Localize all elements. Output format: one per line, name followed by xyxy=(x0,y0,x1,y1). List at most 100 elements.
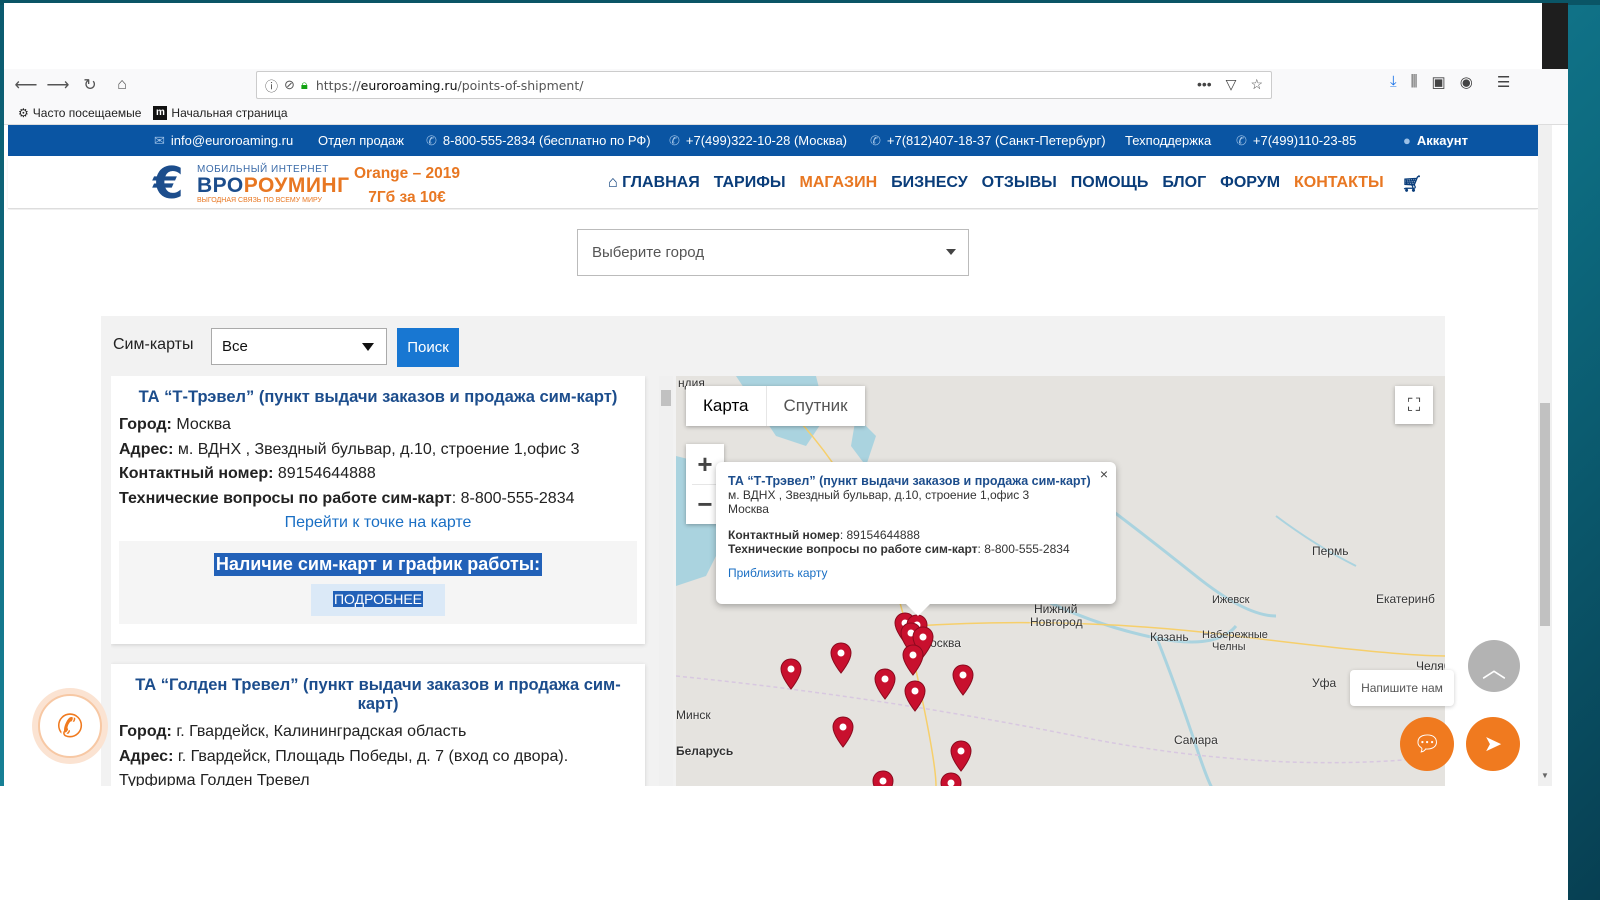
m-logo-icon: m xyxy=(153,105,168,120)
point-address: Адрес: м. ВДНХ , Звездный бульвар, д.10,… xyxy=(119,438,637,463)
contact-value: 89154644888 xyxy=(273,465,376,482)
write-us-tooltip: Напишите нам xyxy=(1350,670,1454,706)
phone-msk-link[interactable]: ✆ +7(499)322-10-28 (Москва) xyxy=(669,133,847,149)
phone-icon: ✆ xyxy=(1236,133,1247,148)
point-title[interactable]: ТА “Т-Трэвел” (пункт выдачи заказов и пр… xyxy=(119,388,637,407)
phone-spb-link[interactable]: ✆ +7(812)407-18-37 (Санкт-Петербург) xyxy=(870,133,1106,149)
map-tab-map[interactable]: Карта xyxy=(686,386,767,426)
city-label: Город: xyxy=(119,416,172,433)
city-label: Город: xyxy=(119,723,172,740)
nav-reviews[interactable]: ОТЗЫВЫ xyxy=(982,174,1057,194)
map-label-belarus: Беларусь xyxy=(676,744,734,758)
menu-icon[interactable]: ☰ xyxy=(1497,73,1510,91)
more-button[interactable]: ПОДРОБНЕЕ xyxy=(310,584,446,616)
city-select[interactable]: Выберите город xyxy=(577,229,969,276)
nav-shop[interactable]: МАГАЗИН xyxy=(800,174,878,194)
show-on-map-link[interactable]: Перейти к точке на карте xyxy=(119,511,637,535)
nav-business[interactable]: БИЗНЕСУ xyxy=(891,174,968,194)
info-icon[interactable]: ⓘ xyxy=(265,76,278,95)
phone-icon: ✆ xyxy=(426,133,437,148)
url-bar[interactable]: ⓘ ⊘ 🔒︎ https://euroroaming.ru/points-of-… xyxy=(256,71,1272,99)
zoom-to-map-link[interactable]: Приблизить карту xyxy=(728,566,1104,580)
map-tab-satellite[interactable]: Спутник xyxy=(767,386,865,426)
site-logo[interactable]: € МОБИЛЬНЫЙ ИНТЕРНЕТ ВРОРОУМИНГ ВЫГОДНАЯ… xyxy=(153,162,349,206)
map-pin-icon[interactable] xyxy=(780,658,802,690)
map-label-ufa: Уфа xyxy=(1312,676,1337,690)
nav-home-label: ГЛАВНАЯ xyxy=(622,174,700,191)
send-button[interactable]: ➤ xyxy=(1466,717,1520,771)
tracking-icon[interactable]: ⊘ xyxy=(284,77,295,93)
library-icon[interactable]: ⫼ xyxy=(1411,73,1418,91)
search-button[interactable]: Поиск xyxy=(397,328,459,367)
bookmark-star-icon[interactable]: ☆ xyxy=(1250,76,1263,93)
map-pin-icon[interactable] xyxy=(950,740,972,772)
forward-icon[interactable]: ⟶ xyxy=(42,71,74,99)
google-map[interactable]: ндия Пермь Ижевск Екатеринб Набережные Ч… xyxy=(676,376,1445,786)
map-type-control: Карта Спутник xyxy=(686,386,865,426)
map-pin-icon[interactable] xyxy=(952,664,974,696)
nav-tariffs[interactable]: ТАРИФЫ xyxy=(714,174,786,194)
bookmark-start-page[interactable]: m Начальная страница xyxy=(153,105,288,120)
page-actions-icon[interactable]: ••• xyxy=(1197,76,1212,93)
map-info-window: × ТА “Т-Трэвел” (пункт выдачи заказов и … xyxy=(716,462,1116,616)
point-title[interactable]: ТА “Голден Тревел” (пункт выдачи заказов… xyxy=(119,676,637,714)
close-icon[interactable]: × xyxy=(1100,466,1108,482)
callback-button[interactable]: ✆ xyxy=(32,688,108,764)
back-icon[interactable]: ⟵ xyxy=(10,71,42,99)
page-scrollbar[interactable]: ▼ xyxy=(1538,125,1552,786)
map-pin-icon[interactable] xyxy=(904,680,926,712)
account-icon[interactable]: ◉ xyxy=(1460,73,1473,91)
nav-blog[interactable]: БЛОГ xyxy=(1162,174,1206,194)
phone-support-link[interactable]: ✆ +7(499)110-23-85 xyxy=(1236,133,1356,149)
taskbar-area xyxy=(0,786,1568,900)
map-label-samara: Самара xyxy=(1174,733,1218,747)
scroll-top-button[interactable]: ︿ xyxy=(1468,640,1520,692)
map-pin-icon[interactable] xyxy=(830,642,852,674)
bookmark-label: Начальная страница xyxy=(171,105,288,120)
sim-filter-select[interactable]: Все xyxy=(211,328,387,365)
bookmark-most-visited[interactable]: ⚙ Часто посещаемые xyxy=(18,106,141,120)
sim-filter-label: Сим-карты xyxy=(113,336,194,353)
points-list: ТА “Т-Трэвел” (пункт выдачи заказов и пр… xyxy=(111,376,658,786)
map-pin-icon[interactable] xyxy=(874,668,896,700)
sidebar-icon[interactable]: ▣ xyxy=(1432,73,1446,91)
email-link[interactable]: ✉ info@euroroaming.ru xyxy=(154,133,293,149)
map-pin-icon[interactable] xyxy=(872,770,894,786)
scroll-down-icon[interactable]: ▼ xyxy=(1541,771,1549,780)
info-city: Москва xyxy=(728,502,769,516)
phone-icon: ✆ xyxy=(669,133,680,148)
phone-free-text: 8-800-555-2834 (бесплатно по РФ) xyxy=(442,133,651,148)
map-label-nizhny: Нижний xyxy=(1034,602,1078,616)
page-scrollbar-thumb[interactable] xyxy=(1540,403,1550,626)
list-scrollbar[interactable] xyxy=(659,376,673,786)
map-label-nab-chelny-2: Челны xyxy=(1212,641,1246,653)
envelope-icon: ✉ xyxy=(154,133,165,148)
nav-forum[interactable]: ФОРУМ xyxy=(1220,174,1280,194)
map-pin-icon[interactable] xyxy=(902,644,924,676)
cart-icon[interactable]: 🛒︎ xyxy=(1402,174,1422,194)
info-title[interactable]: ТА “Т-Трэвел” (пункт выдачи заказов и пр… xyxy=(728,474,1104,488)
promo-banner[interactable]: Orange – 2019 7Гб за 10€ xyxy=(352,162,462,210)
lock-icon[interactable]: 🔒︎ xyxy=(301,77,308,93)
more-button-label: ПОДРОБНЕЕ xyxy=(332,591,424,607)
url-text[interactable]: https://euroroaming.ru/points-of-shipmen… xyxy=(316,78,584,93)
list-scrollbar-thumb[interactable] xyxy=(661,390,671,406)
nav-contacts[interactable]: КОНТАКТЫ xyxy=(1294,174,1384,194)
fullscreen-icon[interactable]: ⛶ xyxy=(1395,386,1433,424)
promo-line2: 7Гб за 10€ xyxy=(368,189,446,206)
phone-free-link[interactable]: ✆ 8-800-555-2834 (бесплатно по РФ) xyxy=(426,133,651,149)
availability-title: Наличие сим-карт и график работы: xyxy=(213,553,543,576)
reload-icon[interactable]: ↻ xyxy=(74,71,106,99)
chat-button[interactable]: 💬︎ xyxy=(1400,717,1454,771)
points-panel: Сим-карты Все Поиск ТА “Т-Трэвел” (пункт… xyxy=(101,316,1445,786)
map-pin-icon[interactable] xyxy=(940,772,962,786)
pocket-icon[interactable]: ▽ xyxy=(1226,76,1237,93)
account-link[interactable]: ● Аккаунт xyxy=(1403,133,1468,148)
nav-home[interactable]: ⌂ ГЛАВНАЯ xyxy=(608,174,700,194)
nav-help[interactable]: ПОМОЩЬ xyxy=(1071,174,1149,194)
bookmarks-bar: ⚙ Часто посещаемые m Начальная страница xyxy=(4,101,1568,125)
download-icon[interactable]: ⤓ xyxy=(1390,73,1397,91)
titlebar xyxy=(4,3,1568,69)
map-pin-icon[interactable] xyxy=(832,716,854,748)
home-icon[interactable]: ⌂ xyxy=(106,71,138,99)
